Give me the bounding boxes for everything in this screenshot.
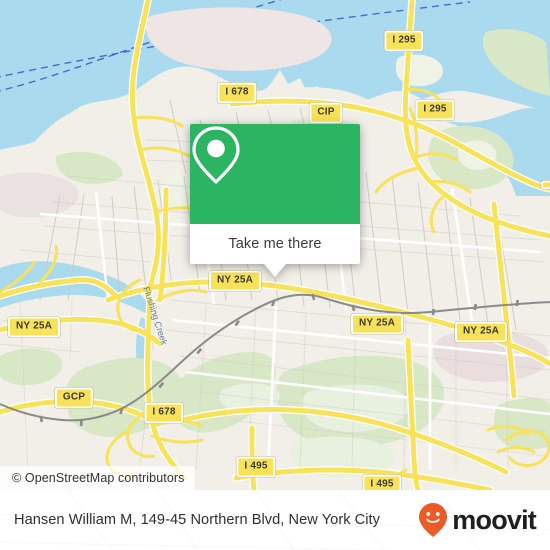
highway-shield[interactable]: NY 25A xyxy=(7,316,61,338)
footer-bar: Hansen William M, 149-45 Northern Blvd, … xyxy=(0,490,550,550)
highway-shield[interactable]: I 678 xyxy=(144,402,184,424)
highway-shield[interactable]: NY 25A xyxy=(208,270,262,292)
place-title: Hansen William M, 149-45 Northern Blvd, … xyxy=(14,511,381,528)
take-me-there-label: Take me there xyxy=(228,236,322,252)
highway-shield[interactable]: I 495 xyxy=(362,474,402,490)
highway-shield-clipped[interactable] xyxy=(541,180,550,190)
map-canvas[interactable]: Flushing Creek I 295 I 678 I 295 CIP NY … xyxy=(0,0,550,490)
highway-shield[interactable]: I 295 xyxy=(415,99,455,121)
highway-shield[interactable]: CIP xyxy=(309,102,343,124)
highway-shield[interactable]: I 678 xyxy=(217,82,257,104)
moovit-wordmark: moovit xyxy=(452,504,537,535)
location-popup-card[interactable]: Take me there xyxy=(190,124,360,277)
popup-pin-area xyxy=(190,124,360,224)
moovit-pin-smiley-icon xyxy=(419,503,448,537)
moovit-logo[interactable]: moovit xyxy=(418,502,537,538)
map-pin-icon xyxy=(192,126,240,184)
take-me-there-button[interactable]: Take me there xyxy=(190,224,360,264)
osm-attribution[interactable]: © OpenStreetMap contributors xyxy=(0,466,195,490)
highway-shield[interactable]: I 495 xyxy=(236,456,276,478)
highway-shield[interactable]: NY 25A xyxy=(454,321,508,343)
highway-shield[interactable]: I 295 xyxy=(384,30,424,52)
highway-shield[interactable]: GCP xyxy=(54,387,94,409)
moovit-map-share-card: Flushing Creek I 295 I 678 I 295 CIP NY … xyxy=(0,0,550,550)
highway-shield[interactable]: NY 25A xyxy=(350,313,404,335)
popup-tail xyxy=(264,264,286,277)
